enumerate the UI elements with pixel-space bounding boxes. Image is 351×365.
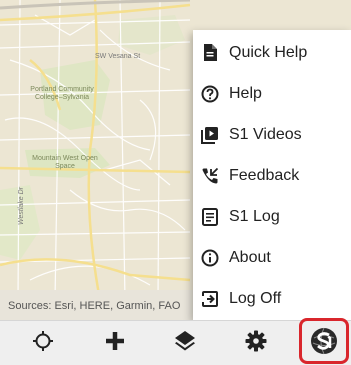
menu-item-label: S1 Log [229,207,280,225]
menu-item-label: S1 Videos [229,125,302,143]
exit-icon [201,290,219,308]
document-icon [201,44,219,62]
phone-callback-icon [201,167,219,185]
gear-icon [245,330,267,357]
menu-item-s1-videos[interactable]: S1 Videos [193,114,351,155]
menu-item-quick-help[interactable]: Quick Help [193,32,351,73]
video-library-icon [201,126,219,144]
menu-item-label: Feedback [229,166,300,184]
menu-item-log-off[interactable]: Log Off [193,278,351,319]
app-screen: SW Vesana St Portland Community College–… [0,0,351,365]
plus-icon [104,330,126,357]
layers-button[interactable] [160,321,210,365]
menu-item-label: Help [229,84,262,102]
open-space-label: Mountain West Open Space [32,155,98,170]
menu-item-label: Quick Help [229,43,308,61]
menu-item-feedback[interactable]: Feedback [193,155,351,196]
add-button[interactable] [90,321,140,365]
settings-button[interactable] [231,321,281,365]
westlake-label: Westlake Dr [18,187,25,225]
menu-item-label: About [229,248,271,266]
layers-icon [173,329,197,358]
menu-item-s1-log[interactable]: S1 Log [193,196,351,237]
question-circle-icon [201,85,219,103]
map-attribution: Sources: Esri, HERE, Garmin, FAO [8,300,181,312]
menu-item-about[interactable]: About [193,237,351,278]
app-menu-highlight [299,318,349,364]
college-label: Portland Community College–Sylvania [30,86,94,101]
log-document-icon [201,207,219,226]
street-label: SW Vesana St [95,53,141,60]
menu-item-label: Log Off [229,289,282,307]
overflow-menu: Quick Help Help S1 Videos Feedback S1 Lo… [193,30,351,320]
info-circle-icon [201,249,219,267]
crosshair-icon [32,330,54,357]
menu-item-help[interactable]: Help [193,73,351,114]
locate-button[interactable] [18,321,68,365]
